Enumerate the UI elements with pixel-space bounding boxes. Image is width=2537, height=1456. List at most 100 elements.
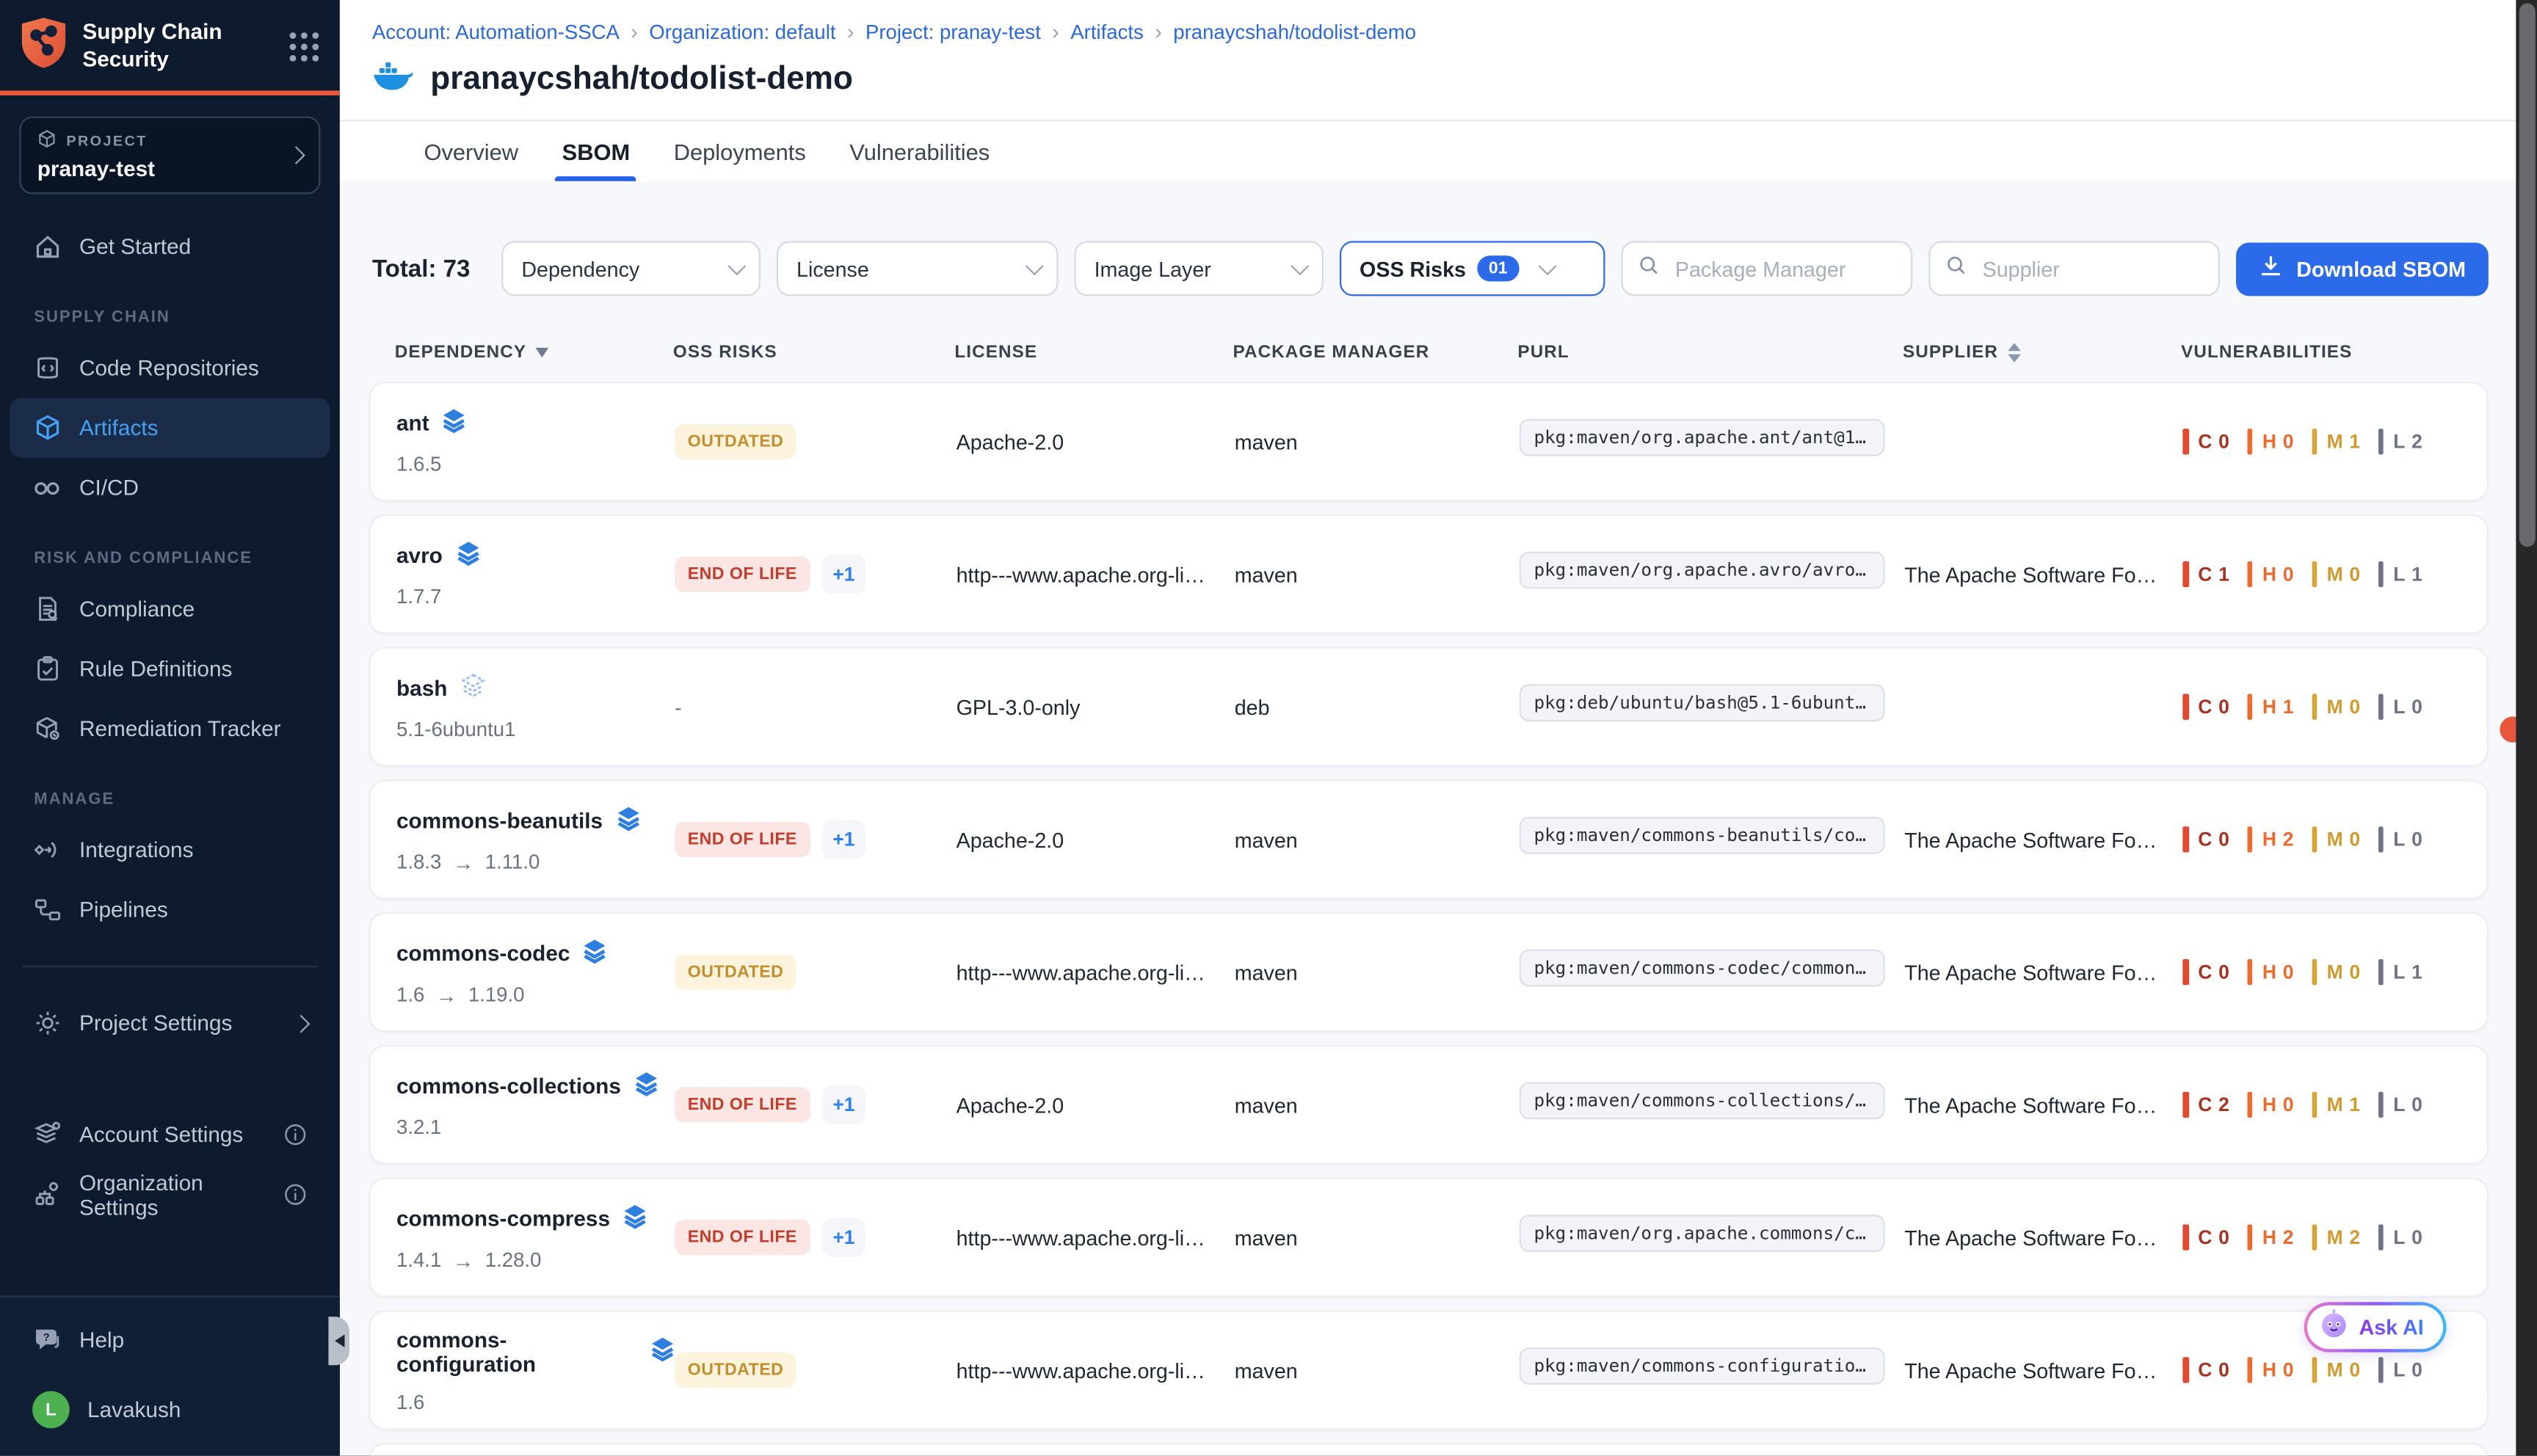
integrations-share-icon <box>32 835 62 864</box>
ask-ai-button[interactable]: Ask AI <box>2304 1302 2447 1352</box>
sidebar-item-cicd[interactable]: CI/CD <box>10 458 330 518</box>
sidebar-item-pipelines[interactable]: Pipelines <box>10 880 330 940</box>
app-title: Supply Chain Security <box>82 20 257 74</box>
supplier-cell: The Apache Software Foun... <box>1904 562 2182 586</box>
sidebar-item-account-settings[interactable]: Account Settings <box>10 1104 330 1165</box>
more-risks-chip[interactable]: +1 <box>821 555 866 594</box>
breadcrumb-account[interactable]: Account: Automation-SSCA <box>372 21 620 43</box>
dependency-filter-select[interactable]: Dependency <box>502 241 761 296</box>
purl-chip[interactable]: pkg:maven/org.apache.ant/ant@1.6… <box>1520 419 1885 456</box>
chevron-left-icon <box>334 1334 344 1347</box>
sidebar-item-help[interactable]: ? Help <box>10 1310 330 1370</box>
section-title-risk-compliance: RISK AND COMPLIANCE <box>34 550 340 567</box>
oss-risk-badge: END OF LIFE <box>675 556 810 592</box>
layers-icon <box>650 1336 675 1367</box>
sidebar-item-code-repositories[interactable]: Code Repositories <box>10 338 330 398</box>
license-cell: Apache-2.0 <box>957 1093 1235 1117</box>
purl-chip[interactable]: pkg:maven/org.apache.commons/com… <box>1520 1215 1885 1252</box>
sidebar-footer: ? Help L Lavakush <box>0 1295 340 1455</box>
breadcrumb-artifacts[interactable]: Artifacts <box>1070 21 1144 43</box>
breadcrumb-organization[interactable]: Organization: default <box>649 21 835 43</box>
section-title-manage: MANAGE <box>34 791 340 809</box>
sidebar-item-organization-settings[interactable]: Organization Settings <box>10 1165 330 1225</box>
supplier-cell: The Apache Software Foun... <box>1904 960 2182 984</box>
supplier-search-input[interactable] <box>1979 255 2204 282</box>
vulnerability-counts: C0 H1 M0 L0 <box>2182 694 2461 720</box>
download-sbom-button[interactable]: Download SBOM <box>2237 242 2489 296</box>
purl-chip[interactable]: pkg:maven/commons-collections/co… <box>1520 1082 1885 1120</box>
breadcrumb-separator: › <box>1155 19 1162 43</box>
vulnerability-counts: C0 H0 M1 L2 <box>2182 429 2461 454</box>
purl-chip[interactable]: pkg:maven/org.apache.avro/avro@1… <box>1520 552 1885 589</box>
layers-icon <box>583 937 607 968</box>
more-risks-chip[interactable]: +1 <box>821 1085 866 1124</box>
table-header: DEPENDENCY OSS RISKS LICENSE PACKAGE MAN… <box>369 336 2489 368</box>
tab-sbom[interactable]: SBOM <box>562 121 631 181</box>
package-manager-cell: maven <box>1235 960 1520 984</box>
supplier-cell: The Apache Software Foun... <box>1904 1358 2182 1382</box>
info-icon <box>283 1182 308 1206</box>
sidebar-item-rule-definitions[interactable]: Rule Definitions <box>10 639 330 699</box>
breadcrumb-project[interactable]: Project: pranay-test <box>865 21 1041 43</box>
tab-deployments[interactable]: Deployments <box>674 121 806 181</box>
shield-logo-icon <box>19 16 68 78</box>
purl-chip[interactable]: pkg:maven/commons-codec/commons-… <box>1520 950 1885 987</box>
table-row[interactable]: avro 1.7.7 END OF LIFE+1 http---www.apac… <box>369 514 2489 634</box>
breadcrumb-current[interactable]: pranaycshah/todolist-demo <box>1173 21 1416 43</box>
more-risks-chip[interactable]: +1 <box>821 1218 866 1257</box>
column-header-supplier[interactable]: SUPPLIER <box>1903 343 2181 362</box>
main-area: Account: Automation-SSCA › Organization:… <box>340 0 2537 1456</box>
layers-icon <box>442 407 466 438</box>
sbom-content: Total: 73 Dependency License Image Layer <box>340 181 2537 1456</box>
infinity-icon <box>32 473 62 503</box>
sort-desc-icon <box>536 348 549 357</box>
more-risks-chip[interactable]: +1 <box>821 820 866 859</box>
page-title: pranaycshah/todolist-demo <box>430 62 853 99</box>
purl-chip[interactable]: pkg:deb/ubuntu/bash@5.1-6ubuntu1 <box>1520 684 1885 721</box>
sidebar-item-integrations[interactable]: Integrations <box>10 820 330 880</box>
app-switcher-grid-icon[interactable] <box>288 31 320 63</box>
project-selector[interactable]: PROJECT pranay-test <box>19 117 320 194</box>
info-icon <box>283 1123 308 1147</box>
sidebar-collapse-handle[interactable] <box>328 1317 349 1365</box>
sidebar-item-project-settings[interactable]: Project Settings <box>10 993 330 1053</box>
account-layers-gear-icon <box>32 1120 62 1149</box>
supplier-cell: The Apache Software Foun... <box>1904 827 2182 851</box>
sort-icon <box>2008 343 2021 362</box>
tab-vulnerabilities[interactable]: Vulnerabilities <box>849 121 990 181</box>
sidebar-item-get-started[interactable]: Get Started <box>10 216 330 277</box>
image-layer-filter-select[interactable]: Image Layer <box>1075 241 1324 296</box>
table-row[interactable]: commons-fileupload END OF LIFE+1 Apache-… <box>369 1443 2489 1456</box>
table-row[interactable]: commons-codec 1.6→1.19.0 OUTDATED http--… <box>369 912 2489 1032</box>
table-row[interactable]: ant 1.6.5 OUTDATED Apache-2.0 maven pkg:… <box>369 382 2489 501</box>
column-header-license: LICENSE <box>954 343 1233 362</box>
oss-risk-none: - <box>675 695 682 719</box>
table-row[interactable]: commons-collections 3.2.1 END OF LIFE+1 … <box>369 1045 2489 1165</box>
layers-icon <box>456 540 480 571</box>
breadcrumb-separator: › <box>847 19 854 43</box>
license-filter-select[interactable]: License <box>777 241 1059 296</box>
tab-overview[interactable]: Overview <box>424 121 518 181</box>
scrollbar-thumb[interactable] <box>2519 3 2535 547</box>
sidebar-item-artifacts[interactable]: Artifacts <box>10 398 330 458</box>
total-count: Total: 73 <box>372 255 471 282</box>
user-menu[interactable]: L Lavakush <box>10 1380 330 1440</box>
sidebar-item-compliance[interactable]: Compliance <box>10 579 330 639</box>
purl-chip[interactable]: pkg:maven/commons-beanutils/comm… <box>1520 817 1885 854</box>
license-cell: http---www.apache.org-lice... <box>957 1358 1235 1382</box>
layers-icon <box>634 1071 658 1102</box>
column-header-dependency[interactable]: DEPENDENCY <box>395 343 673 362</box>
oss-risks-filter-select[interactable]: OSS Risks 01 <box>1340 241 1605 296</box>
project-name: pranay-test <box>37 157 290 181</box>
sidebar-item-remediation-tracker[interactable]: Remediation Tracker <box>10 699 330 759</box>
table-row[interactable]: commons-beanutils 1.8.3→1.11.0 END OF LI… <box>369 779 2489 899</box>
sidebar: Supply Chain Security PROJECT pranay-tes… <box>0 0 340 1456</box>
table-row[interactable]: commons-configuration 1.6 OUTDATED http-… <box>369 1310 2489 1430</box>
table-row[interactable]: bash 5.1-6ubuntu1 - GPL-3.0-only deb pkg… <box>369 647 2489 767</box>
purl-chip[interactable]: pkg:maven/commons-configuration/… <box>1520 1347 1885 1385</box>
avatar: L <box>32 1391 70 1429</box>
table-row[interactable]: commons-compress 1.4.1→1.28.0 END OF LIF… <box>369 1178 2489 1297</box>
scrollbar-track[interactable] <box>2516 0 2537 1456</box>
package-manager-search-input[interactable] <box>1672 255 1896 282</box>
breadcrumb-separator: › <box>631 19 638 43</box>
